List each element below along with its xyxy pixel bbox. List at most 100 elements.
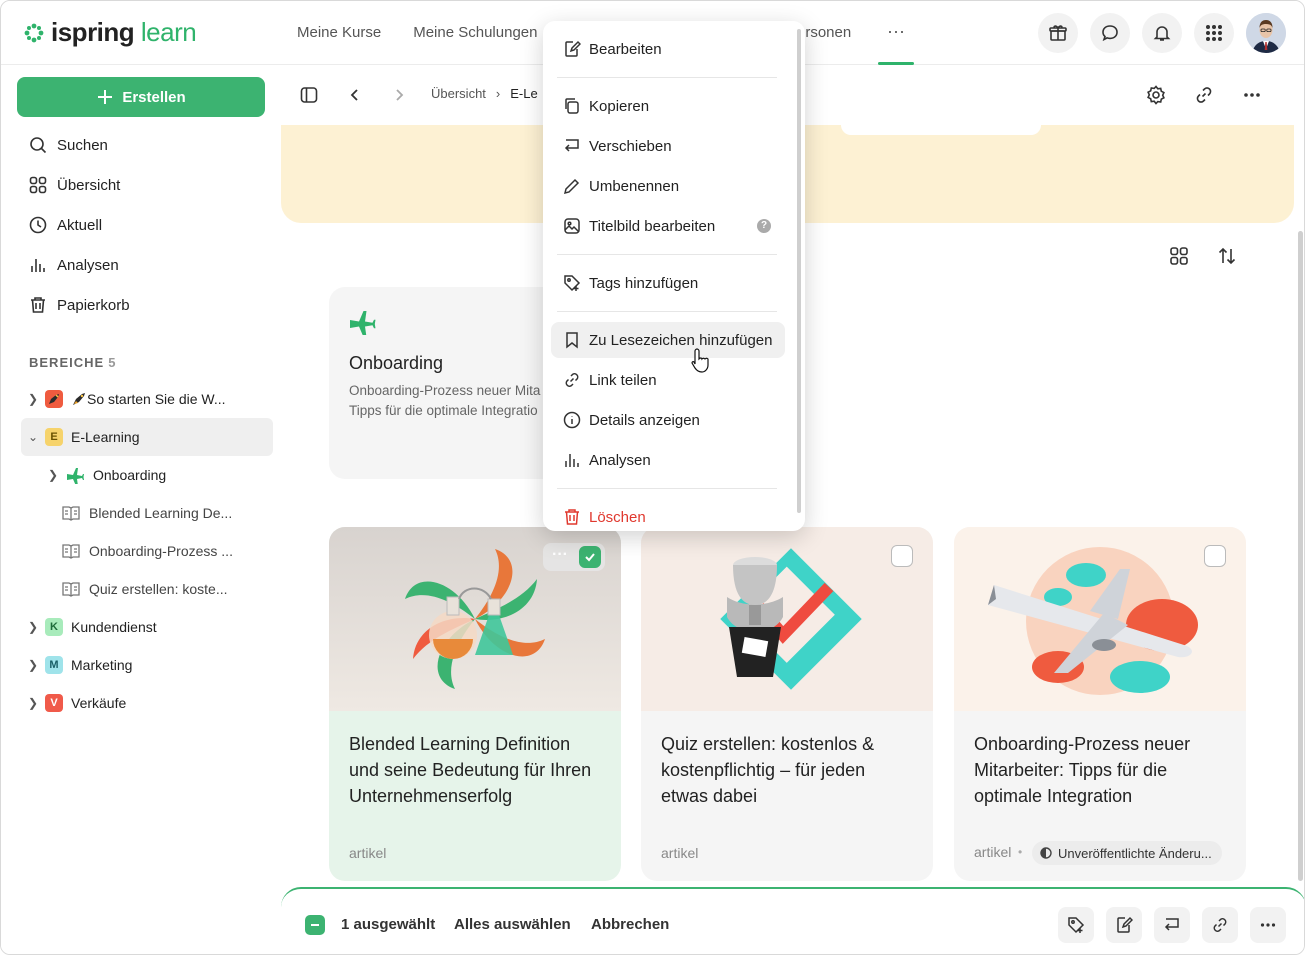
sidebar-item-overview[interactable]: Übersicht bbox=[17, 165, 273, 205]
tree-item-marketing[interactable]: ❯ M Marketing bbox=[21, 646, 273, 684]
chevron-right-icon[interactable]: ❯ bbox=[41, 468, 65, 482]
bulk-edit-button[interactable] bbox=[1106, 907, 1142, 943]
content-card[interactable]: Quiz erstellen: kostenlos & kostenpflich… bbox=[641, 527, 933, 881]
menu-item-details[interactable]: Details anzeigen bbox=[551, 402, 785, 438]
tree-item-e-learning[interactable]: ⌄ E E-Learning bbox=[21, 418, 273, 456]
bulk-move-button[interactable] bbox=[1154, 907, 1190, 943]
sidebar-item-recent[interactable]: Aktuell bbox=[17, 205, 273, 245]
card-cover-image bbox=[641, 527, 933, 711]
tree-item-onboarding[interactable]: ❯ Onboarding bbox=[21, 456, 273, 494]
topnav-more-button[interactable]: ··· bbox=[878, 1, 914, 65]
plus-icon bbox=[98, 90, 113, 104]
topnav-my-trainings[interactable]: Meine Schulungen bbox=[397, 1, 553, 65]
topnav-people[interactable]: ersonen bbox=[797, 1, 851, 65]
hand-cursor-icon bbox=[691, 348, 709, 373]
menu-item-add-tags[interactable]: Tags hinzufügen bbox=[551, 265, 785, 301]
chat-icon bbox=[1102, 25, 1118, 42]
chat-button[interactable] bbox=[1090, 13, 1130, 53]
copy-link-button[interactable] bbox=[1192, 83, 1216, 107]
settings-button[interactable] bbox=[1144, 83, 1168, 107]
sidebar-toggle-icon bbox=[300, 87, 318, 103]
chevron-right-icon[interactable]: ❯ bbox=[21, 696, 45, 710]
more-options-button[interactable] bbox=[1240, 83, 1264, 107]
menu-divider bbox=[557, 77, 777, 78]
link-icon bbox=[1213, 918, 1227, 932]
breadcrumb-item[interactable]: Übersicht bbox=[431, 86, 486, 101]
avatar-image bbox=[1246, 13, 1286, 53]
chevron-right-icon[interactable]: ❯ bbox=[21, 620, 45, 634]
menu-item-delete[interactable]: Löschen bbox=[551, 499, 785, 531]
bookmark-icon bbox=[566, 332, 578, 349]
menu-item-copy[interactable]: Kopieren bbox=[551, 88, 785, 124]
topnav-my-courses[interactable]: Meine Kurse bbox=[281, 1, 397, 65]
bulk-tag-button[interactable] bbox=[1058, 907, 1094, 943]
menu-item-edit-cover[interactable]: Titelbild bearbeiten ? bbox=[551, 208, 785, 244]
chevron-right-icon[interactable]: ❯ bbox=[21, 392, 45, 406]
clock-icon bbox=[29, 216, 47, 234]
toggle-sidebar-button[interactable] bbox=[297, 83, 321, 107]
menu-item-move[interactable]: Verschieben bbox=[551, 128, 785, 164]
chevron-down-icon[interactable]: ⌄ bbox=[21, 430, 45, 444]
apps-button[interactable] bbox=[1194, 13, 1234, 53]
rocket-emoji-icon bbox=[73, 393, 85, 405]
logo[interactable]: ispring learn bbox=[23, 17, 197, 48]
deselect-checkbox[interactable] bbox=[305, 915, 325, 935]
menu-item-label: Link teilen bbox=[589, 371, 657, 389]
page-scrollbar[interactable] bbox=[1298, 231, 1303, 881]
menu-item-edit[interactable]: Bearbeiten bbox=[551, 31, 785, 67]
sidebar-item-search[interactable]: Suchen bbox=[17, 125, 273, 165]
breadcrumb: Übersicht › E-Le bbox=[431, 86, 538, 101]
tree-item-sales[interactable]: ❯ V Verkäufe bbox=[21, 684, 273, 722]
card-checkbox[interactable] bbox=[1204, 545, 1226, 567]
tree-item-article[interactable]: Quiz erstellen: koste... bbox=[21, 570, 273, 608]
sidebar-item-analytics[interactable]: Analysen bbox=[17, 245, 273, 285]
menu-scrollbar[interactable] bbox=[797, 29, 801, 513]
tree-item-getting-started[interactable]: ❯ So starten Sie die W... bbox=[21, 380, 273, 418]
menu-item-rename[interactable]: Umbenennen bbox=[551, 168, 785, 204]
content-card[interactable]: ··· Blended Learning Definition und sein… bbox=[329, 527, 621, 881]
tree-item-label: Blended Learning De... bbox=[89, 505, 233, 521]
help-icon[interactable]: ? bbox=[757, 219, 771, 233]
logo-text-secondary: learn bbox=[140, 17, 197, 47]
back-button[interactable] bbox=[343, 83, 367, 107]
context-menu: Bearbeiten Kopieren Verschieben Umbenenn… bbox=[543, 21, 805, 531]
menu-item-bookmark[interactable]: Zu Lesezeichen hinzufügen bbox=[551, 322, 785, 358]
cancel-button[interactable]: Abbrechen bbox=[591, 916, 669, 933]
tree-item-article[interactable]: Blended Learning De... bbox=[21, 494, 273, 532]
sidebar-item-label: Aktuell bbox=[57, 216, 103, 234]
content-card[interactable]: Onboarding-Prozess neuer Mitarbeiter: Ti… bbox=[954, 527, 1246, 881]
link-icon bbox=[1196, 87, 1212, 103]
tree-item-article[interactable]: Onboarding-Prozess ... bbox=[21, 532, 273, 570]
bulk-link-button[interactable] bbox=[1202, 907, 1238, 943]
sidebar-item-trash[interactable]: Papierkorb bbox=[17, 285, 273, 325]
card-more-button[interactable]: ··· bbox=[549, 546, 571, 564]
breadcrumb-item[interactable]: E-Le bbox=[510, 86, 537, 101]
create-button[interactable]: Erstellen bbox=[17, 77, 265, 117]
status-badge: Unveröffentlichte Änderu... bbox=[1032, 841, 1222, 865]
space-badge-e: E bbox=[45, 428, 63, 446]
notifications-button[interactable] bbox=[1142, 13, 1182, 53]
grid-view-button[interactable] bbox=[1169, 246, 1189, 266]
menu-item-analytics[interactable]: Analysen bbox=[551, 442, 785, 478]
more-horizontal-icon bbox=[1244, 93, 1260, 97]
user-avatar[interactable] bbox=[1246, 13, 1286, 53]
menu-item-label: Tags hinzufügen bbox=[589, 274, 699, 292]
tree-item-customer-service[interactable]: ❯ K Kundendienst bbox=[21, 608, 273, 646]
card-checkbox[interactable] bbox=[891, 545, 913, 567]
select-all-button[interactable]: Alles auswählen bbox=[454, 916, 571, 933]
menu-item-label: Analysen bbox=[589, 451, 651, 469]
menu-divider bbox=[557, 254, 777, 255]
bulk-more-button[interactable] bbox=[1250, 907, 1286, 943]
gift-button[interactable] bbox=[1038, 13, 1078, 53]
menu-item-share-link[interactable]: Link teilen bbox=[551, 362, 785, 398]
card-checkbox[interactable] bbox=[579, 546, 601, 568]
app-window: ispring learn Meine Kurse Meine Schulung… bbox=[0, 0, 1305, 955]
chevron-right-icon[interactable]: ❯ bbox=[21, 658, 45, 672]
tree-item-label: Marketing bbox=[71, 657, 133, 673]
bar-chart-icon bbox=[565, 454, 579, 467]
sort-button[interactable] bbox=[1217, 246, 1237, 266]
tag-add-icon bbox=[564, 275, 581, 292]
forward-button[interactable] bbox=[387, 83, 411, 107]
separator-dot: • bbox=[1018, 845, 1023, 859]
sidebar-item-label: Analysen bbox=[57, 256, 119, 274]
